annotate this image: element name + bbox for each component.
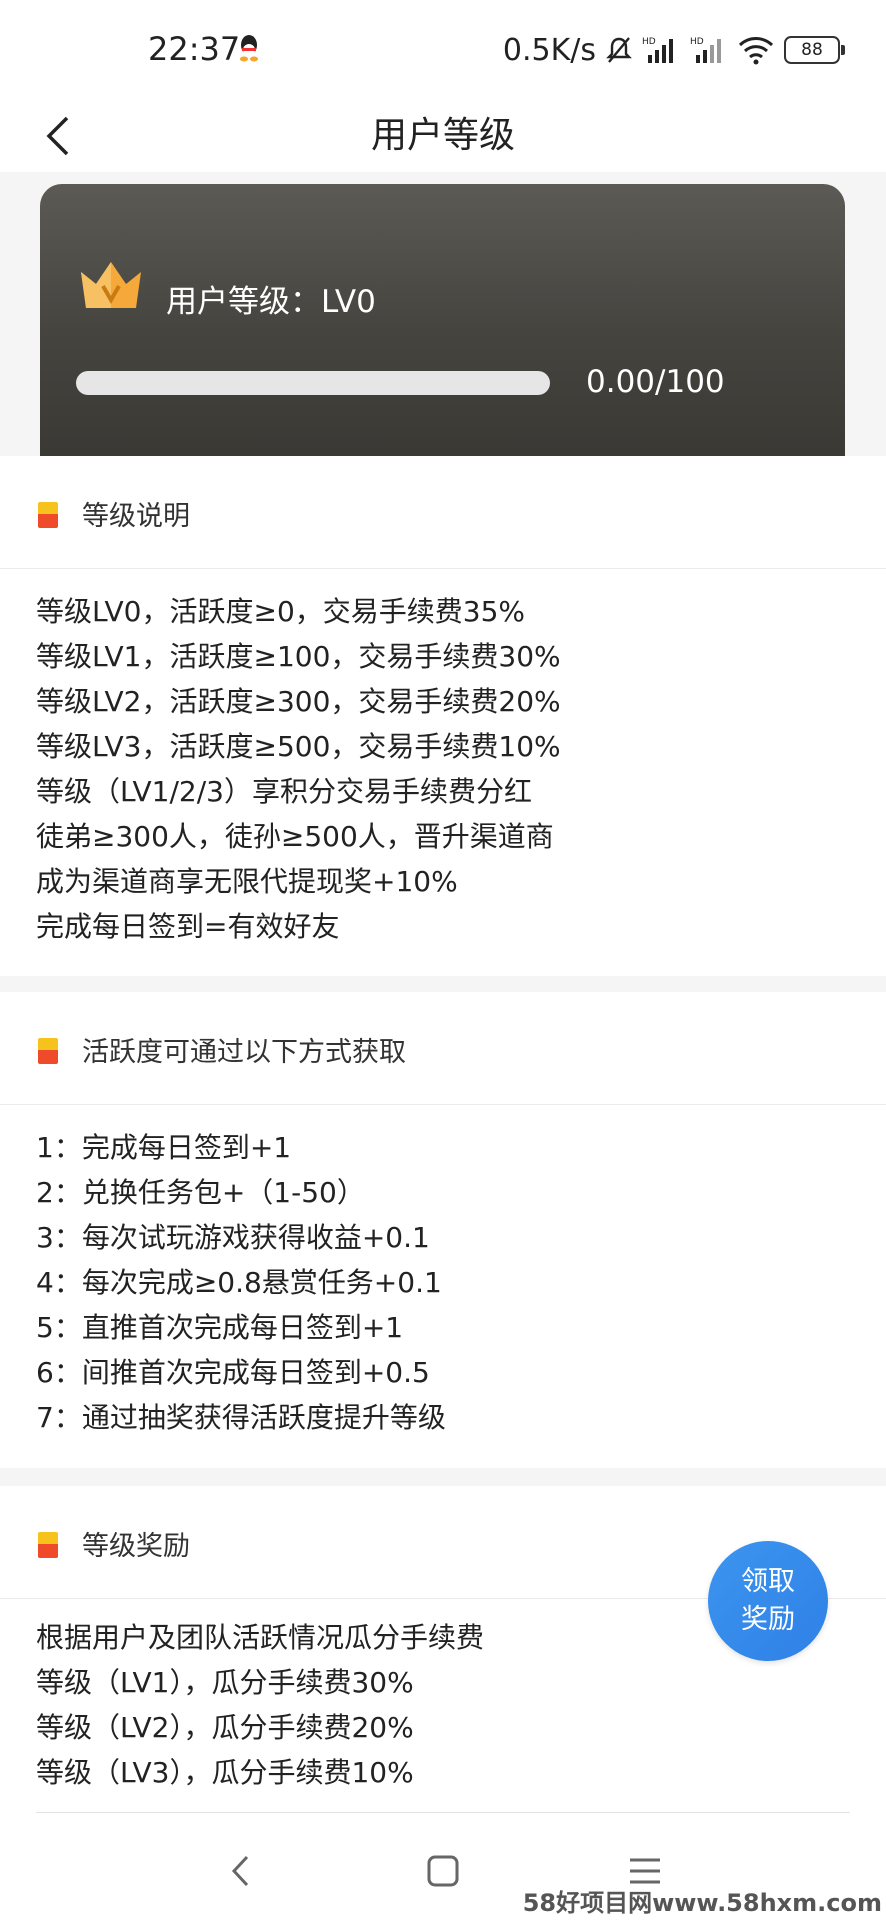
system-home-button[interactable] xyxy=(413,1846,473,1896)
description-line: 等级LV2，活跃度≥300，交易手续费20% xyxy=(36,685,561,718)
level-card: 用户等级：LV0 0.00/100 xyxy=(40,184,845,456)
claim-reward-label-2: 奖励 xyxy=(741,1604,795,1635)
level-progress-bar xyxy=(76,371,550,395)
battery-level: 88 xyxy=(801,40,823,60)
page-title: 用户等级 xyxy=(370,115,515,156)
method-line: 2：兑换任务包+（1-50） xyxy=(36,1176,365,1209)
reward-line: 等级（LV2），瓜分手续费20% xyxy=(36,1711,414,1744)
chevron-left-icon xyxy=(231,1855,249,1887)
section-body: 1：完成每日签到+1 2：兑换任务包+（1-50） 3：每次试玩游戏获得收益+0… xyxy=(0,1105,886,1440)
status-bar: 22:37 0.5K/s HD HD 88 xyxy=(0,0,886,100)
level-description-section: 等级说明 等级LV0，活跃度≥0，交易手续费35% 等级LV1，活跃度≥100，… xyxy=(0,456,886,976)
description-line: 等级LV0，活跃度≥0，交易手续费35% xyxy=(36,595,526,628)
nav-bar: 用户等级 xyxy=(0,100,886,172)
status-icons: 0.5K/s HD HD 88 xyxy=(502,30,845,70)
section-header: 等级说明 xyxy=(0,456,886,569)
svg-text:HD: HD xyxy=(642,37,656,47)
menu-icon xyxy=(630,1858,660,1884)
level-progress-text: 0.00/100 xyxy=(586,364,725,400)
section-title: 等级奖励 xyxy=(82,1531,190,1562)
method-line: 4：每次完成≥0.8悬赏任务+0.1 xyxy=(36,1266,442,1299)
crown-icon xyxy=(81,262,141,308)
method-line: 6：间推首次完成每日签到+0.5 xyxy=(36,1356,430,1389)
section-header: 活跃度可通过以下方式获取 xyxy=(0,992,886,1105)
status-time: 22:37 xyxy=(148,30,241,68)
battery-icon: 88 xyxy=(784,36,845,64)
signal-hd-icon-2: HD xyxy=(690,37,721,63)
section-title: 等级说明 xyxy=(82,501,190,532)
qq-icon xyxy=(240,35,258,62)
system-back-button[interactable] xyxy=(210,1846,270,1896)
divider xyxy=(36,1812,850,1813)
system-nav-bar: 58好项目网www.58hxm.com xyxy=(0,1816,886,1920)
claim-reward-label-1: 领取 xyxy=(741,1566,795,1597)
method-line: 5：直推首次完成每日签到+1 xyxy=(36,1311,404,1344)
section-title: 活跃度可通过以下方式获取 xyxy=(82,1037,406,1068)
description-line: 等级LV1，活跃度≥100，交易手续费30% xyxy=(36,640,561,673)
description-line: 徒弟≥300人，徒孙≥500人，晋升渠道商 xyxy=(36,820,554,853)
section-body: 等级LV0，活跃度≥0，交易手续费35% 等级LV1，活跃度≥100，交易手续费… xyxy=(0,569,886,949)
method-line: 1：完成每日签到+1 xyxy=(36,1131,292,1164)
level-label: 用户等级：LV0 xyxy=(166,284,376,320)
square-icon xyxy=(427,1855,459,1887)
section-flag-icon xyxy=(38,1532,58,1558)
wifi-icon xyxy=(738,37,774,65)
mute-bell-icon xyxy=(606,37,632,63)
description-line: 成为渠道商享无限代提现奖+10% xyxy=(36,865,458,898)
activity-methods-section: 活跃度可通过以下方式获取 1：完成每日签到+1 2：兑换任务包+（1-50） 3… xyxy=(0,992,886,1468)
section-flag-icon xyxy=(38,1038,58,1064)
signal-hd-icon: HD xyxy=(642,37,673,63)
svg-text:HD: HD xyxy=(690,37,704,47)
claim-reward-button[interactable]: 领取 奖励 xyxy=(708,1541,828,1661)
reward-line: 等级（LV1），瓜分手续费30% xyxy=(36,1666,414,1699)
watermark: 58好项目网www.58hxm.com xyxy=(522,1889,882,1917)
section-flag-icon xyxy=(38,502,58,528)
reward-line: 等级（LV3），瓜分手续费10% xyxy=(36,1756,414,1789)
description-line: 等级LV3，活跃度≥500，交易手续费10% xyxy=(36,730,561,763)
net-speed: 0.5K/s xyxy=(502,32,596,68)
method-line: 7：通过抽奖获得活跃度提升等级 xyxy=(36,1401,446,1434)
description-line: 完成每日签到=有效好友 xyxy=(36,910,340,943)
description-line: 等级（LV1/2/3）享积分交易手续费分红 xyxy=(36,775,532,808)
method-line: 3：每次试玩游戏获得收益+0.1 xyxy=(36,1221,430,1254)
